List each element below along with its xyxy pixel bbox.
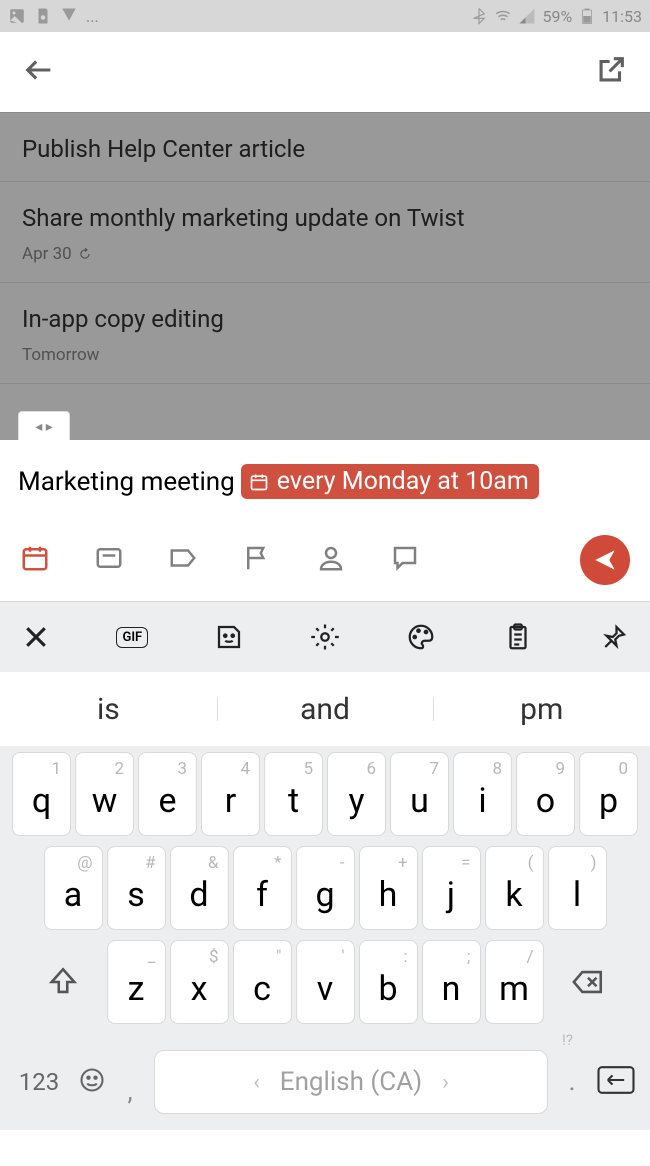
priority-button[interactable] (242, 543, 272, 577)
key-p[interactable]: 0p (579, 752, 638, 836)
key-h[interactable]: +h (359, 846, 418, 930)
sd-icon (34, 7, 52, 25)
key-i[interactable]: 8i (453, 752, 512, 836)
cursor-handle[interactable]: ◂ ▸ (18, 411, 70, 440)
submit-button[interactable] (580, 535, 630, 585)
sticker-button[interactable] (209, 617, 249, 657)
key-u[interactable]: 7u (390, 752, 449, 836)
app-header (0, 32, 650, 112)
punct-hint: !? (562, 1031, 573, 1049)
gif-button[interactable]: GIF (112, 617, 152, 657)
wifi-icon (494, 7, 512, 25)
key-e[interactable]: 3e (138, 752, 197, 836)
suggestion[interactable]: and (217, 692, 434, 727)
key-v[interactable]: 'v (296, 940, 355, 1024)
quick-add-panel: Marketing meeting every Monday at 10am (0, 440, 650, 513)
task-meta: Apr 30 (22, 244, 628, 264)
shift-key[interactable] (23, 940, 103, 1024)
status-ellipsis: ... (86, 7, 99, 26)
input-text: Marketing meeting (18, 467, 235, 497)
key-n[interactable]: ;n (422, 940, 481, 1024)
key-o[interactable]: 9o (516, 752, 575, 836)
battery-icon (578, 7, 596, 25)
date-chip[interactable]: every Monday at 10am (241, 464, 539, 499)
task-item[interactable]: Publish Help Center article (0, 112, 650, 182)
key-f[interactable]: *f (233, 846, 292, 930)
task-item[interactable]: In-app copy editing Tomorrow (0, 283, 650, 384)
battery-percent: 59% (542, 7, 572, 26)
key-a[interactable]: @a (44, 846, 103, 930)
key-k[interactable]: (k (485, 846, 544, 930)
backspace-key[interactable] (548, 940, 628, 1024)
status-bar: ... 59% 11:53 (0, 0, 650, 32)
task-title: In-app copy editing (22, 305, 628, 333)
key-j[interactable]: =j (422, 846, 481, 930)
project-button[interactable] (94, 543, 124, 577)
signal-icon (518, 7, 536, 25)
task-title: Share monthly marketing update on Twist (22, 204, 628, 232)
enter-key[interactable] (596, 1066, 636, 1098)
key-d[interactable]: &d (170, 846, 229, 930)
key-s[interactable]: #s (107, 846, 166, 930)
task-meta: Tomorrow (22, 345, 628, 365)
task-list: Publish Help Center article Share monthl… (0, 112, 650, 440)
theme-button[interactable] (401, 617, 441, 657)
emoji-key[interactable] (78, 1066, 106, 1098)
quick-add-toolbar (0, 513, 650, 601)
comment-button[interactable] (390, 543, 420, 577)
schedule-button[interactable] (20, 543, 50, 577)
keyboard: GIF is and pm 1q2w3e4r5t6y7u8i9o0p @a#s&… (0, 601, 650, 1130)
suggestion[interactable]: is (0, 692, 217, 727)
suggestion[interactable]: pm (433, 692, 650, 727)
numeric-key[interactable]: 123 (14, 1068, 64, 1096)
assignee-button[interactable] (316, 543, 346, 577)
task-input[interactable]: Marketing meeting every Monday at 10am (18, 464, 632, 499)
keyboard-close-button[interactable] (16, 617, 56, 657)
key-t[interactable]: 5t (264, 752, 323, 836)
recurring-icon (78, 247, 92, 261)
key-c[interactable]: "c (233, 940, 292, 1024)
cloud-icon (60, 7, 78, 25)
clipboard-button[interactable] (498, 617, 538, 657)
image-icon (8, 7, 26, 25)
clock-time: 11:53 (602, 7, 642, 26)
open-external-button[interactable] (594, 53, 628, 91)
key-z[interactable]: _z (107, 940, 166, 1024)
settings-button[interactable] (305, 617, 345, 657)
key-b[interactable]: :b (359, 940, 418, 1024)
pin-button[interactable] (594, 617, 634, 657)
spacebar[interactable]: ‹ English (CA) › !? (154, 1050, 548, 1114)
task-item[interactable]: Share monthly marketing update on Twist … (0, 182, 650, 283)
key-g[interactable]: -g (296, 846, 355, 930)
label-button[interactable] (168, 543, 198, 577)
comma-key[interactable]: , (120, 1077, 140, 1107)
back-button[interactable] (22, 53, 56, 91)
bluetooth-icon (470, 7, 488, 25)
key-y[interactable]: 6y (327, 752, 386, 836)
key-m[interactable]: /m (485, 940, 544, 1024)
suggestion-bar: is and pm (0, 672, 650, 746)
keyboard-toolbar: GIF (0, 602, 650, 672)
task-title: Publish Help Center article (22, 135, 628, 163)
key-x[interactable]: $x (170, 940, 229, 1024)
key-r[interactable]: 4r (201, 752, 260, 836)
key-l[interactable]: )l (548, 846, 607, 930)
period-key[interactable]: . (562, 1067, 582, 1097)
key-w[interactable]: 2w (75, 752, 134, 836)
calendar-icon (249, 472, 269, 492)
key-q[interactable]: 1q (12, 752, 71, 836)
